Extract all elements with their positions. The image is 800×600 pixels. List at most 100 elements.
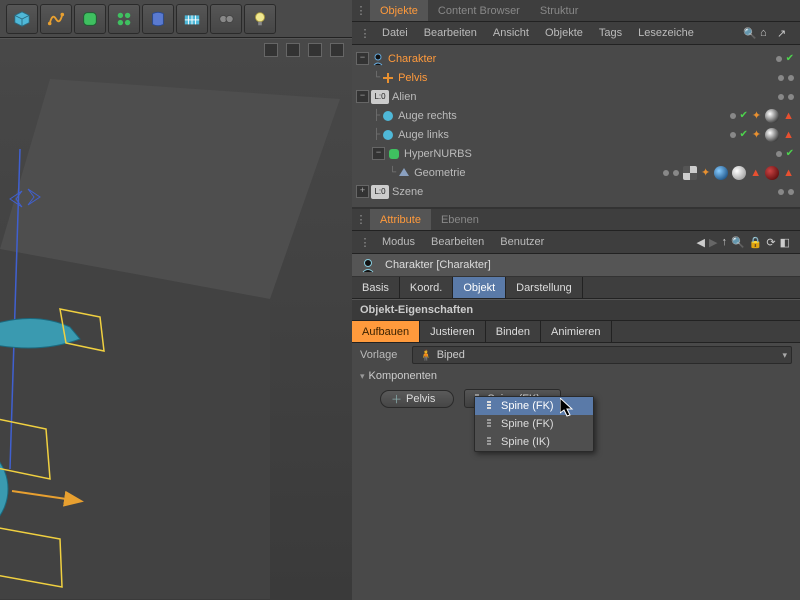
home-icon[interactable]: ⌂ [760, 27, 773, 40]
menu-handle-icon[interactable]: ⋮ [356, 27, 374, 40]
tag-icon[interactable]: ✦ [752, 128, 761, 141]
tab-basis[interactable]: Basis [352, 277, 400, 298]
material-tag[interactable] [714, 166, 728, 180]
tree-label[interactable]: HyperNURBS [404, 148, 472, 160]
tool-nurbs[interactable] [74, 4, 106, 34]
menu-edit[interactable]: Bearbeiten [416, 27, 485, 39]
texture-tag[interactable] [683, 166, 697, 180]
tree-row-auge-rechts[interactable]: ├ Auge rechts ✔ ✦ ▲ [352, 106, 800, 125]
material-tag[interactable] [765, 128, 779, 142]
popup-item-spine-fk[interactable]: Spine (FK) [475, 397, 593, 415]
menu-handle-icon[interactable]: ⋮ [356, 236, 374, 249]
tree-row-hypernurbs[interactable]: − HyperNURBS ✔ [352, 144, 800, 163]
layer-badge: L:0 [371, 90, 389, 104]
komponenten-heading[interactable]: Komponenten [352, 367, 800, 385]
tree-row-geometrie[interactable]: └ Geometrie ✦ ▲ ▲ [352, 163, 800, 182]
tree-row-alien[interactable]: − L:0 Alien [352, 87, 800, 106]
tool-spline[interactable] [40, 4, 72, 34]
menu-modus[interactable]: Modus [374, 236, 423, 248]
vorlage-dropdown[interactable]: 🧍 Biped [412, 346, 792, 364]
tab-justieren[interactable]: Justieren [420, 321, 486, 342]
objects-menu-bar: ⋮ Datei Bearbeiten Ansicht Objekte Tags … [352, 22, 800, 45]
tab-objects[interactable]: Objekte [370, 0, 428, 21]
vorlage-value: Biped [437, 349, 465, 361]
mode-tabs: Basis Koord. Objekt Darstellung [352, 277, 800, 299]
tag-icon[interactable]: ▲ [750, 167, 761, 179]
tab-ebenen[interactable]: Ebenen [431, 209, 489, 230]
tree-label[interactable]: Szene [392, 186, 423, 198]
menu-file[interactable]: Datei [374, 27, 416, 39]
collapse-icon[interactable]: − [356, 90, 369, 103]
tree-label[interactable]: Pelvis [398, 72, 427, 84]
spine-icon [483, 418, 495, 430]
tree-row-pelvis[interactable]: └ Pelvis [352, 68, 800, 87]
popup-item-spine-fk-2[interactable]: Spine (FK) [475, 415, 593, 433]
tree-label[interactable]: Auge links [398, 129, 449, 141]
viewport-3d[interactable] [0, 38, 352, 600]
attribute-header: Charakter [Charakter] [352, 254, 800, 277]
spine-icon [483, 400, 495, 412]
search-icon[interactable]: 🔍 [743, 27, 756, 40]
lock-icon[interactable]: 🔒 [749, 236, 763, 249]
material-tag[interactable] [765, 166, 779, 180]
collapse-icon[interactable]: − [356, 52, 369, 65]
object-tree: − Charakter ✔ └ Pelvis − L:0 Alien ├ Aug… [352, 45, 800, 209]
tool-light[interactable] [244, 4, 276, 34]
tool-environment[interactable] [176, 4, 208, 34]
tab-content-browser[interactable]: Content Browser [428, 0, 530, 21]
tabs-handle-icon[interactable]: ⋮ [352, 209, 370, 230]
nav-fwd-icon[interactable]: ▶ [709, 236, 717, 249]
tab-koord[interactable]: Koord. [400, 277, 453, 298]
tool-cube[interactable] [6, 4, 38, 34]
menu-bearbeiten[interactable]: Bearbeiten [423, 236, 492, 248]
tree-row-charakter[interactable]: − Charakter ✔ [352, 49, 800, 68]
menu-objects[interactable]: Objekte [537, 27, 591, 39]
tab-darstellung[interactable]: Darstellung [506, 277, 583, 298]
tag-icon[interactable]: ▲ [783, 167, 794, 179]
tree-row-auge-links[interactable]: ├ Auge links ✔ ✦ ▲ [352, 125, 800, 144]
tag-icon[interactable]: ✦ [701, 166, 710, 179]
spine-popup: Spine (FK) Spine (FK) Spine (IK) [474, 396, 594, 452]
tool-camera[interactable] [210, 4, 242, 34]
tab-structure[interactable]: Struktur [530, 0, 589, 21]
search-icon[interactable]: 🔍 [731, 236, 745, 249]
menu-tags[interactable]: Tags [591, 27, 630, 39]
null-icon [381, 71, 395, 85]
header-title: Charakter [Charakter] [385, 259, 491, 271]
tree-label[interactable]: Auge rechts [398, 110, 457, 122]
tree-label[interactable]: Alien [392, 91, 416, 103]
tree-row-szene[interactable]: + L:0 Szene [352, 182, 800, 201]
menu-bookmarks[interactable]: Lesezeiche [630, 27, 702, 39]
tab-animieren[interactable]: Animieren [541, 321, 612, 342]
nav-back-icon[interactable]: ◀ [697, 236, 705, 249]
tree-label[interactable]: Charakter [388, 53, 436, 65]
tree-label[interactable]: Geometrie [414, 167, 465, 179]
viewport-nav-icons[interactable] [264, 43, 344, 57]
expand-icon[interactable]: + [356, 185, 369, 198]
pelvis-button[interactable]: ＋ Pelvis [380, 390, 454, 408]
section-heading: Objekt-Eigenschaften [352, 299, 800, 321]
material-tag[interactable] [732, 166, 746, 180]
tag-icon[interactable]: ✦ [752, 109, 761, 122]
tabs-handle-icon[interactable]: ⋮ [352, 0, 370, 21]
hypernurbs-icon [387, 147, 401, 161]
tab-objekt[interactable]: Objekt [453, 277, 506, 298]
tab-aufbauen[interactable]: Aufbauen [352, 321, 420, 342]
material-tag[interactable] [765, 109, 779, 123]
menu-view[interactable]: Ansicht [485, 27, 537, 39]
new-icon[interactable]: ◧ [780, 236, 790, 249]
tool-array[interactable] [108, 4, 140, 34]
menu-benutzer[interactable]: Benutzer [492, 236, 552, 248]
up-icon[interactable]: ↑ [721, 236, 727, 248]
popup-item-spine-ik[interactable]: Spine (IK) [475, 433, 593, 451]
reset-icon[interactable]: ⟳ [766, 236, 775, 249]
popup-label: Spine (IK) [501, 436, 550, 448]
tool-deformer[interactable] [142, 4, 174, 34]
tab-binden[interactable]: Binden [486, 321, 541, 342]
tab-attribute[interactable]: Attribute [370, 209, 431, 230]
collapse-icon[interactable]: − [372, 147, 385, 160]
vorlage-label: Vorlage [360, 349, 406, 361]
arrow-icon[interactable]: ↗ [777, 27, 790, 40]
tag-icon[interactable]: ▲ [783, 129, 794, 141]
tag-icon[interactable]: ▲ [783, 110, 794, 122]
